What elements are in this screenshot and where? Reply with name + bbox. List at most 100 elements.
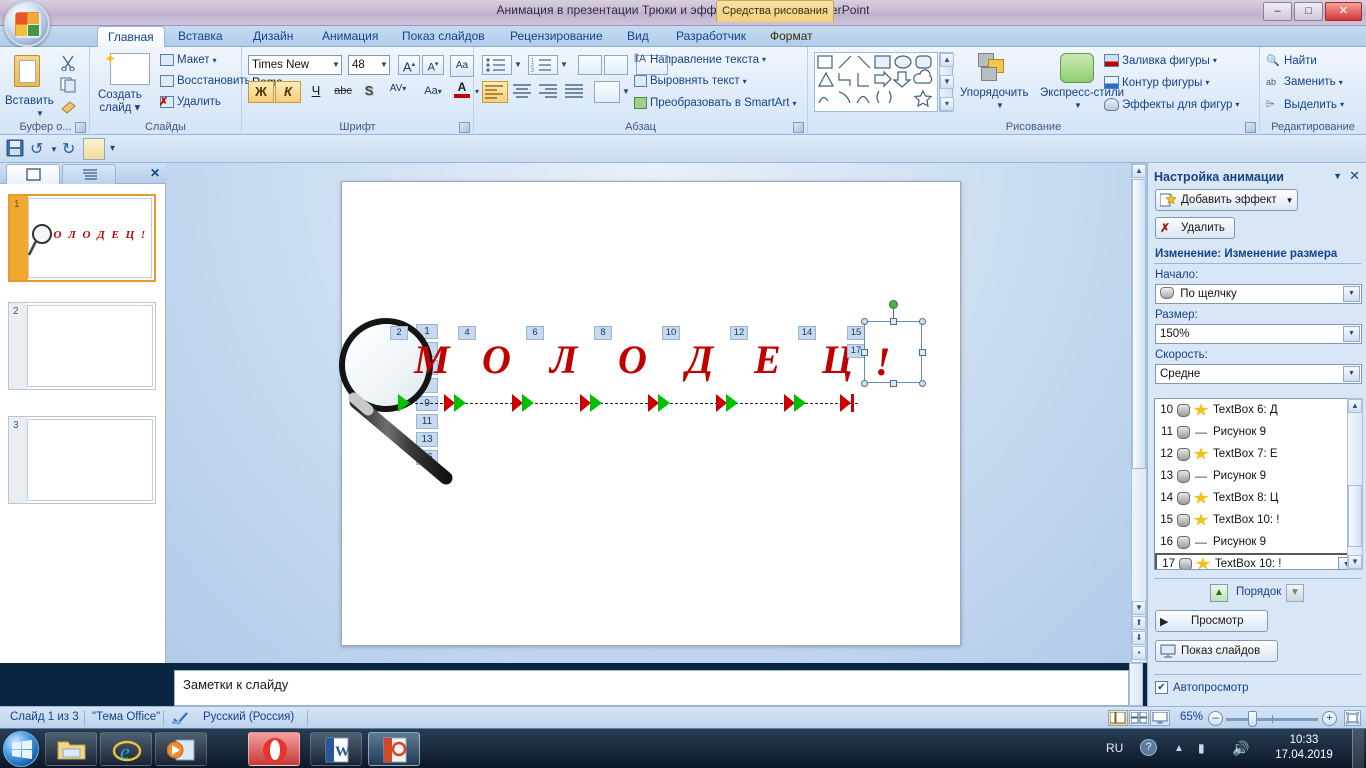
- add-effect-button[interactable]: Добавить эффект ▼: [1155, 189, 1298, 211]
- taskbar-item-media-player[interactable]: [155, 732, 207, 766]
- slideshow-button[interactable]: Показ слайдов: [1155, 640, 1278, 662]
- shapes-more-button[interactable]: ▾: [940, 97, 954, 111]
- animation-list-item[interactable]: 13 — Рисунок 9: [1155, 465, 1360, 487]
- layout-button[interactable]: Макет ▾: [160, 54, 217, 66]
- effect-tag[interactable]: 10: [662, 326, 680, 340]
- redo-icon[interactable]: ↻: [62, 139, 82, 159]
- windows-start-icon[interactable]: [3, 731, 39, 767]
- slide-letter[interactable]: О: [618, 340, 647, 380]
- delete-slide-button[interactable]: ✗ Удалить: [159, 96, 221, 108]
- grow-font-button[interactable]: A▴: [398, 55, 420, 75]
- reset-button[interactable]: Восстановить: [160, 75, 251, 87]
- shape-effects-button[interactable]: Эффекты для фигур ▾: [1104, 98, 1239, 111]
- tab-animation[interactable]: Анимация: [312, 26, 388, 47]
- speed-dropdown-arrow[interactable]: ▼: [1343, 366, 1360, 382]
- slide-letter[interactable]: М: [414, 340, 450, 380]
- effect-tag[interactable]: 4: [458, 326, 476, 340]
- columns-button[interactable]: [594, 81, 620, 103]
- tab-view[interactable]: Вид: [617, 26, 659, 47]
- arrange-dropdown-arrow[interactable]: ▼: [996, 101, 1004, 110]
- character-spacing-button[interactable]: AV▾: [382, 81, 414, 103]
- underline-button[interactable]: Ч: [304, 81, 328, 103]
- find-button[interactable]: 🔍 Найти: [1266, 54, 1317, 68]
- copy-icon[interactable]: [60, 77, 78, 93]
- italic-button[interactable]: К: [275, 81, 301, 103]
- previous-slide-button[interactable]: ⬆: [1132, 616, 1146, 630]
- effects-list-scrollbar[interactable]: ▲ ▼: [1347, 398, 1363, 570]
- taskbar-item-powerpoint[interactable]: [368, 732, 420, 766]
- shape-outline-button[interactable]: Контур фигуры ▾: [1104, 76, 1209, 89]
- font-color-button[interactable]: A: [450, 81, 474, 103]
- scroll-down-button[interactable]: ▼: [1132, 601, 1146, 615]
- shapes-scroll-up[interactable]: ▲: [940, 53, 954, 67]
- tab-slideshow[interactable]: Показ слайдов: [392, 26, 495, 47]
- shapes-gallery-scrollbar[interactable]: ▲ ▼ ▾: [939, 52, 954, 112]
- numbering-button[interactable]: 123: [528, 55, 558, 75]
- paste-button[interactable]: Вставить: [5, 95, 54, 107]
- change-case-button[interactable]: Aa▾: [418, 81, 448, 103]
- scroll-up-button[interactable]: ▲: [1132, 164, 1146, 178]
- strikethrough-button[interactable]: abc: [330, 81, 356, 103]
- taskbar-item-internet-explorer[interactable]: e: [100, 732, 152, 766]
- language-status[interactable]: Русский (Россия): [203, 711, 294, 723]
- align-text-button[interactable]: Выровнять текст ▾: [634, 75, 747, 87]
- undo-icon[interactable]: ↺: [30, 139, 50, 159]
- animation-list-item[interactable]: 16 — Рисунок 9: [1155, 531, 1360, 553]
- maximize-button[interactable]: □: [1294, 2, 1323, 21]
- effect-tag[interactable]: 14: [798, 326, 816, 340]
- align-left-button[interactable]: [482, 81, 508, 103]
- replace-button[interactable]: ab Заменить ▾: [1266, 76, 1343, 88]
- taskbar-item-opera[interactable]: [248, 732, 300, 766]
- size-dropdown-arrow[interactable]: ▼: [1343, 326, 1360, 342]
- paste-dropdown-arrow[interactable]: ▼: [36, 109, 44, 118]
- add-effect-dropdown-arrow[interactable]: ▼: [1286, 196, 1294, 205]
- font-size-dropdown-arrow[interactable]: ▼: [380, 60, 388, 69]
- effect-tag[interactable]: 15: [847, 326, 865, 340]
- taskbar-clock[interactable]: 10:33 17.04.2019: [1262, 733, 1346, 763]
- drawing-dialog-launcher[interactable]: [1245, 122, 1256, 133]
- align-right-button[interactable]: [536, 81, 562, 103]
- clipboard-dialog-launcher[interactable]: [75, 122, 86, 133]
- language-indicator[interactable]: RU: [1106, 741, 1123, 755]
- view-normal-icon[interactable]: [1108, 710, 1128, 726]
- resize-handle-w[interactable]: [861, 349, 868, 356]
- cut-icon[interactable]: [60, 55, 78, 72]
- start-combo[interactable]: По щелчку ▼: [1155, 284, 1362, 304]
- save-icon[interactable]: [6, 139, 26, 159]
- resize-handle-n[interactable]: [890, 318, 897, 325]
- font-dialog-launcher[interactable]: [459, 122, 470, 133]
- animation-list-item[interactable]: 15 TextBox 10: !: [1155, 509, 1360, 531]
- slide-thumbnail-3[interactable]: 3: [8, 416, 156, 504]
- fit-to-window-icon[interactable]: [1344, 710, 1361, 726]
- start-dropdown-arrow[interactable]: ▼: [1343, 286, 1360, 302]
- zoom-slider-knob[interactable]: [1248, 711, 1257, 727]
- notes-scrollbar[interactable]: [1129, 663, 1143, 706]
- font-name-combo[interactable]: Times New Roma: [248, 55, 342, 89]
- tab-review[interactable]: Рецензирование: [500, 26, 613, 47]
- speed-combo[interactable]: Средне ▼: [1155, 364, 1362, 384]
- resize-handle-se[interactable]: [919, 380, 926, 387]
- volume-icon[interactable]: 🔊: [1232, 740, 1249, 757]
- animation-effects-list[interactable]: 10 TextBox 6: Д 11 — Рисунок 9 12 TextBo…: [1154, 398, 1361, 570]
- select-button[interactable]: ⌲ Выделить ▾: [1266, 98, 1344, 111]
- view-sorter-icon[interactable]: [1129, 710, 1149, 726]
- slide-vertical-scrollbar[interactable]: ▲ ▼ ⬆ ⬇ ▪: [1131, 163, 1147, 663]
- convert-smartart-button[interactable]: Преобразовать в SmartArt ▾: [634, 97, 797, 109]
- scroll-thumb[interactable]: [1132, 179, 1146, 469]
- resize-handle-e[interactable]: [919, 349, 926, 356]
- bullets-dropdown-arrow[interactable]: ▼: [514, 60, 522, 69]
- next-slide-button[interactable]: ⬇: [1132, 631, 1146, 645]
- font-name-dropdown-arrow[interactable]: ▼: [332, 60, 340, 69]
- autopreview-checkbox-row[interactable]: ✔ Автопросмотр: [1155, 681, 1249, 694]
- slide-letter[interactable]: Д: [686, 340, 713, 380]
- resize-handle-s[interactable]: [890, 380, 897, 387]
- customize-icon[interactable]: [83, 138, 105, 160]
- slide-letter[interactable]: Е: [754, 340, 781, 380]
- animation-list-item[interactable]: 12 TextBox 7: Е: [1155, 443, 1360, 465]
- spellcheck-icon[interactable]: [172, 711, 190, 728]
- clear-formatting-button[interactable]: Aa: [450, 55, 474, 77]
- tray-expand-icon[interactable]: ▲: [1174, 743, 1184, 754]
- effect-tag[interactable]: 2: [390, 326, 408, 340]
- resize-handle-nw[interactable]: [861, 318, 868, 325]
- shrink-font-button[interactable]: A▾: [422, 55, 444, 75]
